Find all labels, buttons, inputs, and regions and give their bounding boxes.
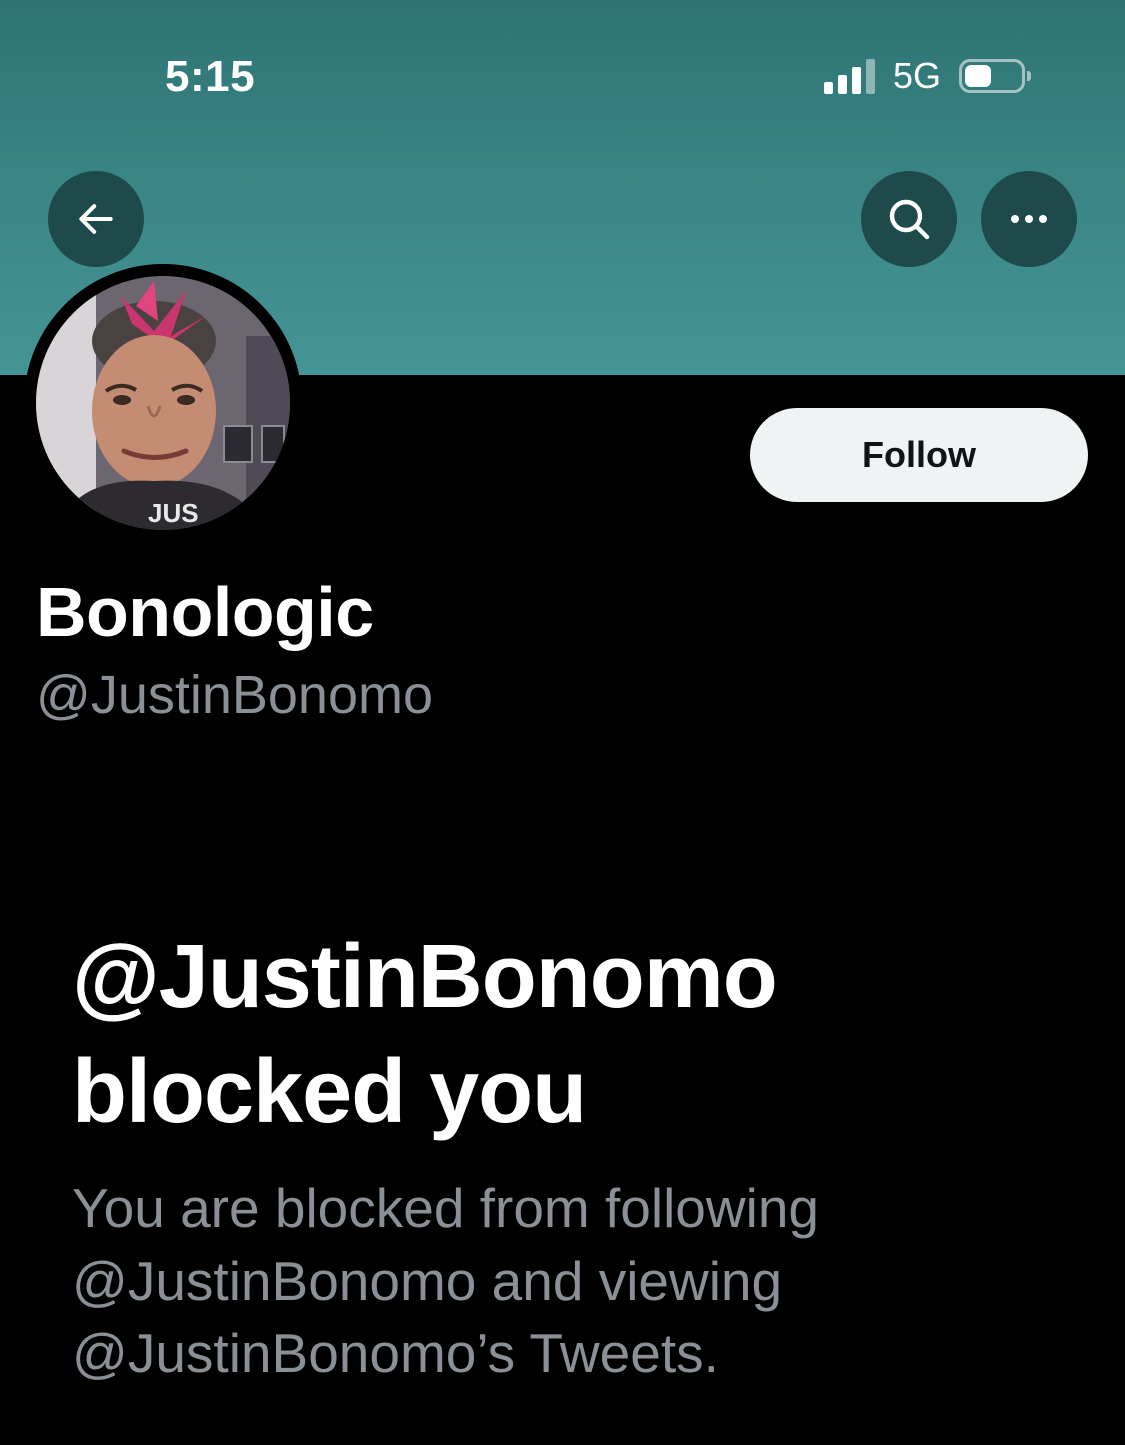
avatar-shirt-text: JUS [148,498,199,528]
blocked-desc-line-2: @JustinBonomo and viewing [72,1249,783,1312]
battery-icon [959,59,1031,93]
back-button[interactable] [48,171,144,267]
display-name: Bonologic [36,573,374,651]
more-options-button[interactable] [981,171,1077,267]
blocked-title-text: blocked you [72,1042,587,1143]
avatar[interactable]: JUS [36,276,290,530]
blocked-title: @JustinBonomo blocked you [72,920,972,1150]
avatar-border: JUS [24,264,302,542]
status-time: 5:15 [165,52,256,101]
user-handle: @JustinBonomo [36,665,434,725]
blocked-desc-line-3: @JustinBonomo’s Tweets. [72,1322,719,1385]
arrow-left-icon [79,204,113,234]
network-type: 5G [892,55,941,96]
more-horizontal-icon [1011,215,1047,223]
search-icon [889,199,930,240]
blocked-title-handle: @JustinBonomo [72,927,778,1027]
status-indicators: 5G [823,55,1031,96]
blocked-desc-line-1: You are blocked from following [72,1177,820,1239]
search-button[interactable] [861,171,957,267]
follow-button[interactable]: Follow [750,408,1088,502]
blocked-description: You are blocked from following @JustinBo… [72,1172,972,1390]
cellular-signal-icon [823,58,875,94]
avatar-image: JUS [36,276,290,530]
